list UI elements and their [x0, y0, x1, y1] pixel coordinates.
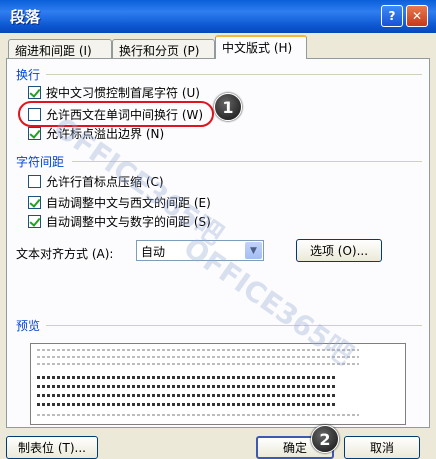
checkbox-row[interactable]: 按中文习惯控制首尾字符 (U) — [28, 84, 200, 101]
section-title-char-spacing: 字符间距 — [16, 155, 65, 169]
checkbox-label: 自动调整中文与数字的间距 (S) — [46, 215, 211, 229]
text-alignment-label: 文本对齐方式 (A): — [16, 247, 114, 261]
section-title-preview: 预览 — [16, 319, 41, 333]
window-title: 段落 — [10, 8, 41, 26]
section-divider — [72, 161, 422, 162]
title-bar: 段落 ? ✕ — [0, 0, 436, 33]
checkbox-label: 按中文习惯控制首尾字符 (U) — [46, 86, 200, 100]
text-alignment-value: 自动 — [141, 245, 166, 259]
tab-strip: 缩进和间距 (I) 换行和分页 (P) 中文版式 (H) — [0, 35, 436, 59]
help-button[interactable]: ? — [381, 5, 403, 27]
checkbox-row[interactable]: 自动调整中文与数字的间距 (S) — [28, 213, 211, 230]
tabs-button[interactable]: 制表位 (T)... — [6, 436, 98, 459]
chevron-down-icon[interactable]: ▼ — [245, 242, 262, 259]
checkbox[interactable] — [28, 196, 41, 209]
tab-indent-spacing[interactable]: 缩进和间距 (I) — [8, 39, 112, 58]
help-icon: ? — [388, 9, 396, 23]
checkbox[interactable] — [28, 86, 41, 99]
section-divider — [46, 325, 422, 326]
section-divider — [46, 74, 422, 75]
callout-badge-1: 1 — [214, 93, 242, 121]
checkbox[interactable] — [28, 175, 41, 188]
callout-badge-2: 2 — [311, 425, 339, 453]
preview-text-line — [37, 385, 337, 388]
preview-line — [37, 356, 359, 358]
highlight-oval — [18, 101, 214, 127]
close-icon: ✕ — [411, 9, 423, 23]
checkbox-row[interactable]: 允许标点溢出边界 (N) — [28, 125, 164, 142]
checkbox-label: 允许行首标点压缩 (C) — [46, 175, 164, 189]
checkbox-row[interactable]: 允许行首标点压缩 (C) — [28, 173, 164, 190]
preview-line — [37, 349, 359, 351]
tab-line-page-breaks[interactable]: 换行和分页 (P) — [112, 39, 215, 58]
text-alignment-select[interactable]: 自动 ▼ — [136, 240, 264, 261]
section-title-line-break: 换行 — [16, 68, 41, 82]
close-button[interactable]: ✕ — [406, 5, 428, 27]
checkbox[interactable] — [28, 215, 41, 228]
preview-text-line — [37, 394, 337, 397]
preview-box — [30, 343, 406, 425]
checkbox-label: 允许标点溢出边界 (N) — [46, 127, 165, 141]
tab-asian-typography[interactable]: 中文版式 (H) — [215, 35, 307, 59]
cancel-button[interactable]: 取消 — [344, 436, 420, 459]
checkbox-label: 自动调整中文与西文的间距 (E) — [46, 196, 211, 210]
preview-text-line — [37, 403, 337, 406]
options-button[interactable]: 选项 (O)... — [296, 239, 382, 262]
preview-line — [37, 414, 359, 416]
preview-line — [37, 363, 359, 365]
checkbox-row[interactable]: 自动调整中文与西文的间距 (E) — [28, 194, 211, 211]
preview-text-line — [37, 376, 337, 379]
checkbox[interactable] — [28, 127, 41, 140]
